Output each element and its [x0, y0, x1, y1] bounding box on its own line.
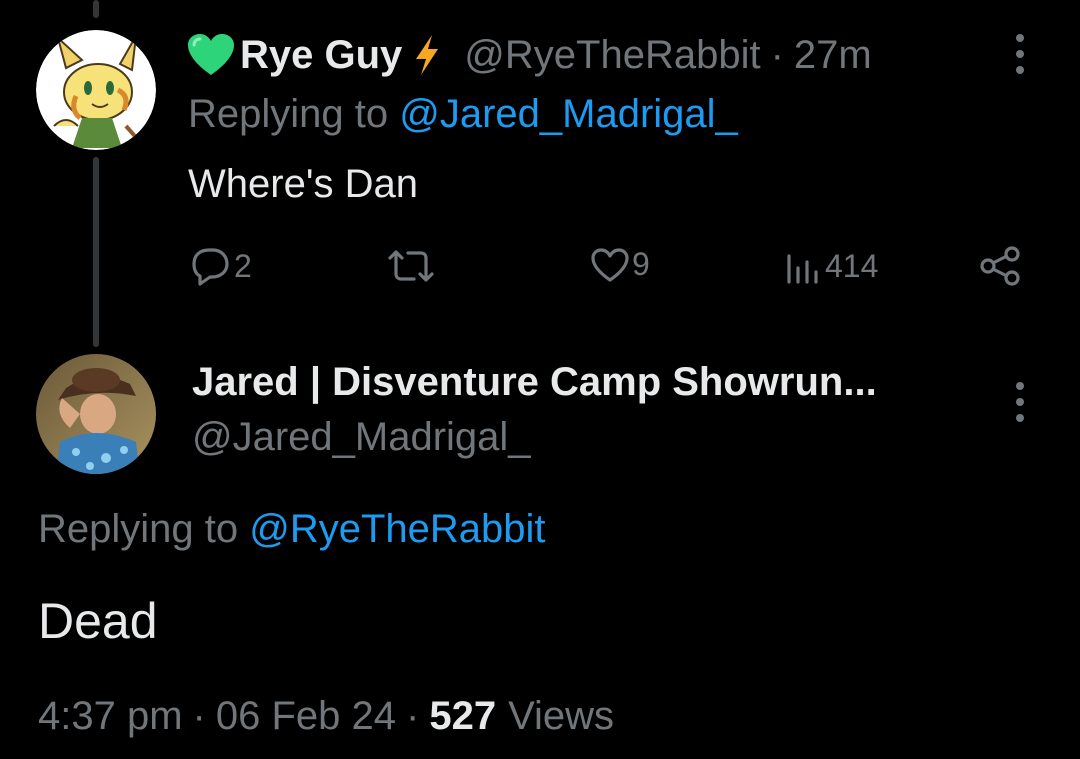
- reply-button[interactable]: 2: [188, 246, 252, 286]
- replying-to-handle-link[interactable]: @RyeTheRabbit: [249, 507, 545, 551]
- meta-separator: ·: [192, 694, 206, 738]
- like-button[interactable]: 9: [590, 246, 650, 283]
- lightning-icon: [412, 33, 442, 77]
- tweet1-text: Where's Dan: [188, 162, 418, 206]
- retweet-icon: [388, 250, 434, 282]
- reply-count: 2: [234, 247, 252, 284]
- tweet1-header: Rye Guy @RyeTheRabbit · 27m: [186, 30, 872, 80]
- tweet2-metadata: 4:37 pm · 06 Feb 24 · 527 Views: [38, 694, 614, 739]
- tweet1-time[interactable]: 27m: [794, 33, 872, 78]
- replying-to-label: Replying to: [188, 92, 389, 136]
- tweet2-text: Dead: [38, 593, 158, 649]
- meta-separator: ·: [406, 694, 420, 738]
- tweet1-separator: ·: [770, 32, 784, 77]
- like-count: 9: [632, 246, 650, 282]
- more-options-icon[interactable]: [1012, 32, 1028, 76]
- avatar-rye-guy[interactable]: [36, 30, 156, 150]
- share-button[interactable]: [980, 246, 1022, 286]
- more-options-icon[interactable]: [1012, 380, 1028, 424]
- tweet2-views-count[interactable]: 527: [429, 694, 496, 739]
- reply-icon: [192, 248, 229, 286]
- tweet2-author-name[interactable]: Jared | Disventure Camp Showrun...: [192, 360, 877, 405]
- replying-to-label: Replying to: [38, 507, 239, 551]
- share-icon: [980, 246, 1020, 286]
- thread-connector: [93, 157, 99, 347]
- avatar-jared[interactable]: [36, 354, 156, 474]
- tweet2-time[interactable]: 4:37 pm: [38, 694, 183, 739]
- replying-to-handle-link[interactable]: @Jared_Madrigal_: [399, 92, 738, 136]
- avatar-image: [36, 30, 156, 150]
- tweet1-handle[interactable]: @RyeTheRabbit: [464, 33, 760, 78]
- green-heart-icon: [186, 33, 236, 77]
- retweet-button[interactable]: [386, 246, 436, 286]
- heart-icon: [591, 247, 629, 282]
- views-analytics-icon: [787, 254, 818, 284]
- thread-connector-top: [93, 0, 99, 18]
- tweet2-handle[interactable]: @Jared_Madrigal_: [192, 415, 531, 460]
- tweet2-date[interactable]: 06 Feb 24: [216, 694, 396, 739]
- tweet1-replying-to: Replying to @Jared_Madrigal_: [188, 92, 738, 137]
- views-count: 414: [825, 247, 879, 284]
- tweet2-replying-to: Replying to @RyeTheRabbit: [38, 507, 546, 552]
- tweet2-views-label: Views: [508, 694, 615, 738]
- tweet1-author-name[interactable]: Rye Guy: [240, 33, 402, 78]
- views-button[interactable]: 414: [785, 246, 878, 286]
- avatar-image: [36, 354, 156, 474]
